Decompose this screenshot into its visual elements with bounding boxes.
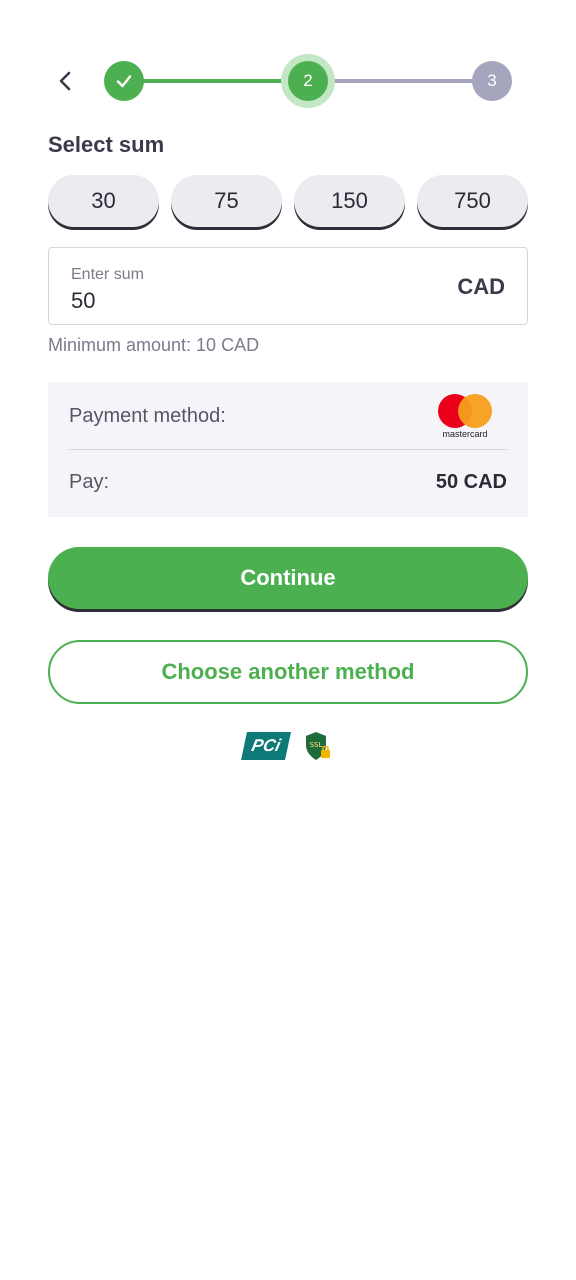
sum-input[interactable] xyxy=(71,288,391,314)
step-3-pending: 3 xyxy=(472,61,512,101)
mastercard-logo: mastercard xyxy=(436,394,494,440)
step-1-completed xyxy=(104,61,144,101)
back-button[interactable] xyxy=(50,66,80,96)
amount-chip-75[interactable]: 75 xyxy=(171,175,282,227)
summary-divider xyxy=(69,449,507,450)
pay-value: 50 CAD xyxy=(435,471,507,493)
continue-button[interactable]: Continue xyxy=(48,547,528,609)
minimum-amount-note: Minimum amount: 10 CAD xyxy=(48,335,260,355)
chevron-left-icon xyxy=(59,71,71,91)
amount-chip-150[interactable]: 150 xyxy=(294,175,405,227)
payment-summary: Payment method: mastercard Pay: 50 CAD xyxy=(48,382,528,517)
sum-field[interactable]: Enter sum CAD xyxy=(48,247,528,325)
ssl-shield-icon: SSL xyxy=(306,732,330,760)
payment-method-label: Payment method: xyxy=(69,405,226,427)
choose-another-method-button[interactable]: Choose another method xyxy=(48,640,528,704)
currency-label: CAD xyxy=(457,274,505,299)
progress-stepper: 2 3 xyxy=(104,54,512,108)
security-badges: PCi SSL xyxy=(241,730,334,764)
mastercard-logo-text: mastercard xyxy=(442,429,488,439)
pci-badge-icon: PCi xyxy=(241,732,291,760)
amount-chip-750[interactable]: 750 xyxy=(417,175,528,227)
step-connector-completed xyxy=(124,79,308,83)
preset-amounts: 30 75 150 750 xyxy=(48,175,528,227)
select-sum-title: Select sum xyxy=(48,132,165,157)
step-connector-pending xyxy=(308,79,492,83)
step-2-active: 2 xyxy=(288,61,328,101)
amount-chip-30[interactable]: 30 xyxy=(48,175,159,227)
ssl-badge-text: SSL xyxy=(310,741,323,749)
sum-field-label: Enter sum xyxy=(71,266,144,283)
check-icon xyxy=(116,75,132,88)
pay-label: Pay: xyxy=(69,471,110,493)
